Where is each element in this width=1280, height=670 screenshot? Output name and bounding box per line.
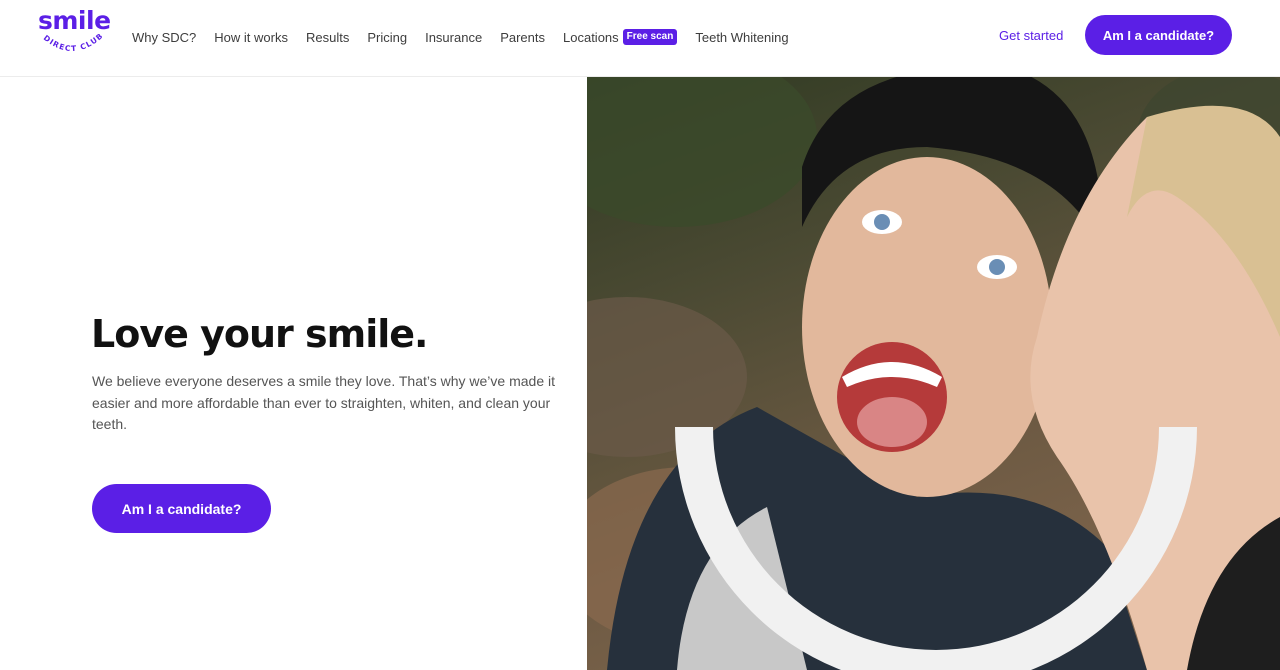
hero-title: Love your smile. (91, 312, 428, 356)
nav-locations[interactable]: Locations Free scan (563, 29, 678, 45)
nav-locations-label: Locations (563, 29, 619, 45)
site-header: smile DIRECT CLUB Why SDC? How it works … (0, 0, 1280, 77)
logo-arc-text: DIRECT CLUB (42, 32, 105, 53)
nav-how-it-works[interactable]: How it works (214, 30, 288, 45)
get-started-link[interactable]: Get started (999, 28, 1063, 43)
hero-description: We believe everyone deserves a smile the… (92, 373, 556, 432)
nav-results[interactable]: Results (306, 30, 349, 45)
nav-insurance[interactable]: Insurance (425, 30, 482, 45)
free-scan-badge: Free scan (622, 29, 678, 45)
svg-text:DIRECT CLUB: DIRECT CLUB (42, 32, 105, 53)
smile-direct-club-logo[interactable]: smile DIRECT CLUB (36, 6, 111, 62)
nav-pricing[interactable]: Pricing (367, 30, 407, 45)
nav-teeth-whitening[interactable]: Teeth Whitening (695, 30, 788, 45)
nav-why-sdc[interactable]: Why SDC? (132, 30, 196, 45)
logo-wordmark: smile (38, 6, 111, 35)
main-nav: Why SDC? How it works Results Pricing In… (132, 28, 807, 46)
nav-parents[interactable]: Parents (500, 30, 545, 45)
hero-candidate-button[interactable]: Am I a candidate? (92, 484, 271, 533)
smiling-couple-photo (587, 77, 1280, 670)
header-candidate-button[interactable]: Am I a candidate? (1085, 15, 1232, 55)
hero-photo (587, 77, 1280, 670)
logo-subtext: DIRECT CLUB (42, 32, 104, 53)
